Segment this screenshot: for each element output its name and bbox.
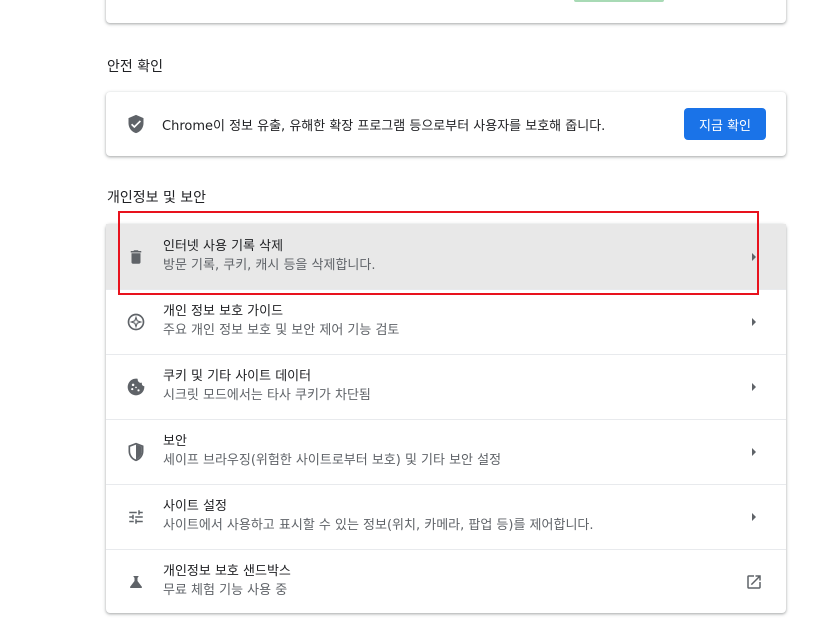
clear-browsing-data-row[interactable]: 인터넷 사용 기록 삭제 방문 기록, 쿠키, 캐시 등을 삭제합니다. [106,224,786,289]
check-now-button[interactable]: 지금 확인 [684,108,766,140]
tune-icon [126,508,146,526]
progress-indicator [574,0,664,2]
row-title: 쿠키 및 기타 사이트 데이터 [163,369,312,384]
privacy-guide-row[interactable]: 개인 정보 보호 가이드 주요 개인 정보 보호 및 보안 제어 기능 검토 [106,289,786,354]
cookies-row[interactable]: 쿠키 및 기타 사이트 데이터 시크릿 모드에서는 타사 쿠키가 차단됨 [106,354,786,419]
safety-check-card: Chrome이 정보 유출, 유해한 확장 프로그램 등으로부터 사용자를 보호… [106,92,786,156]
shield-check-icon [126,114,146,134]
row-title: 개인 정보 보호 가이드 [163,304,284,319]
row-title: 개인정보 보호 샌드박스 [163,564,291,579]
row-subtitle: 무료 체험 기능 사용 중 [163,583,288,598]
trash-icon [126,248,146,266]
privacy-security-title: 개인정보 및 보안 [107,190,207,206]
safety-check-title: 안전 확인 [107,59,163,75]
chevron-right-icon [744,447,764,457]
open-in-new-icon[interactable] [744,573,764,591]
row-subtitle: 시크릿 모드에서는 타사 쿠키가 차단됨 [163,388,371,403]
row-subtitle: 세이프 브라우징(위험한 사이트로부터 보호) 및 기타 보안 설정 [163,453,502,468]
chevron-right-icon [744,382,764,392]
row-title: 사이트 설정 [163,499,227,514]
chevron-right-icon [744,317,764,327]
row-title: 보안 [163,434,187,449]
row-subtitle: 방문 기록, 쿠키, 캐시 등을 삭제합니다. [163,257,376,273]
flask-icon [126,573,146,591]
chevron-right-icon [744,512,764,522]
settings-page: 안전 확인 Chrome이 정보 유출, 유해한 확장 프로그램 등으로부터 사… [0,0,830,644]
security-row[interactable]: 보안 세이프 브라우징(위험한 사이트로부터 보호) 및 기타 보안 설정 [106,419,786,484]
site-settings-row[interactable]: 사이트 설정 사이트에서 사용하고 표시할 수 있는 정보(위치, 카메라, 팝… [106,484,786,549]
shield-icon [126,442,146,462]
chevron-right-icon [744,252,764,262]
compass-plus-icon [126,312,146,332]
privacy-security-card: 인터넷 사용 기록 삭제 방문 기록, 쿠키, 캐시 등을 삭제합니다. 개인 … [106,224,786,613]
privacy-sandbox-row[interactable]: 개인정보 보호 샌드박스 무료 체험 기능 사용 중 [106,549,786,614]
previous-section-card [106,0,786,23]
row-title: 인터넷 사용 기록 삭제 [163,238,284,254]
cookie-icon [126,377,146,397]
safety-check-description: Chrome이 정보 유출, 유해한 확장 프로그램 등으로부터 사용자를 보호… [162,118,606,134]
row-subtitle: 주요 개인 정보 보호 및 보안 제어 기능 검토 [163,323,400,338]
row-subtitle: 사이트에서 사용하고 표시할 수 있는 정보(위치, 카메라, 팝업 등)를 제… [163,518,594,533]
